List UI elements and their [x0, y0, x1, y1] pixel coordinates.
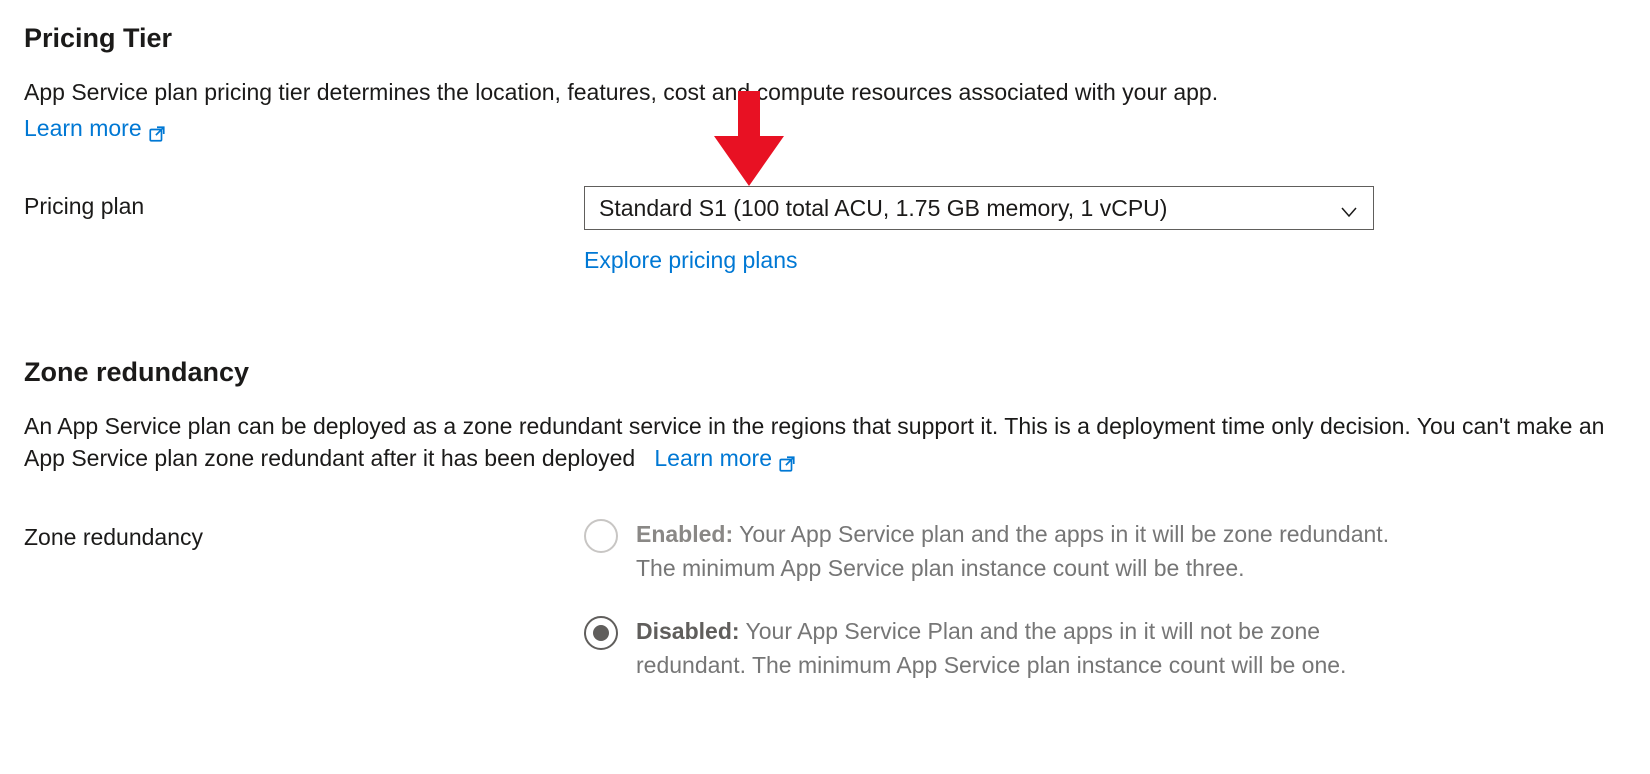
- zone-redundancy-section: Zone redundancy An App Service plan can …: [24, 354, 1626, 710]
- zone-redundancy-heading: Zone redundancy: [24, 354, 1626, 392]
- zone-redundancy-desc-text: An App Service plan can be deployed as a…: [24, 413, 1604, 471]
- radio-enabled-text: Enabled: Your App Service plan and the a…: [636, 517, 1396, 586]
- zone-redundancy-enabled-option: Enabled: Your App Service plan and the a…: [584, 517, 1626, 586]
- pricing-plan-label: Pricing plan: [24, 186, 584, 222]
- explore-pricing-plans-link[interactable]: Explore pricing plans: [584, 244, 798, 276]
- pricing-plan-value: Standard S1 (100 total ACU, 1.75 GB memo…: [599, 192, 1167, 224]
- radio-disabled-label: Disabled:: [636, 618, 740, 644]
- external-link-icon: [148, 119, 166, 137]
- radio-enabled: [584, 519, 618, 553]
- pricing-tier-heading: Pricing Tier: [24, 20, 1626, 58]
- zone-redundancy-row: Zone redundancy Enabled: Your App Servic…: [24, 517, 1626, 711]
- radio-disabled[interactable]: [584, 616, 618, 650]
- zone-redundancy-field-label: Zone redundancy: [24, 517, 584, 711]
- radio-dot-icon: [593, 625, 609, 641]
- pricing-tier-section: Pricing Tier App Service plan pricing ti…: [24, 20, 1626, 276]
- pricing-plan-dropdown[interactable]: Standard S1 (100 total ACU, 1.75 GB memo…: [584, 186, 1374, 230]
- chevron-down-icon: [1339, 198, 1359, 218]
- zone-redundancy-description: An App Service plan can be deployed as a…: [24, 410, 1626, 474]
- learn-more-label: Learn more: [24, 112, 142, 144]
- radio-disabled-desc: Your App Service Plan and the apps in it…: [636, 618, 1346, 679]
- pricing-tier-description: App Service plan pricing tier determines…: [24, 76, 1626, 108]
- radio-enabled-label: Enabled:: [636, 521, 733, 547]
- radio-disabled-text: Disabled: Your App Service Plan and the …: [636, 614, 1396, 683]
- pricing-plan-row: Pricing plan Standard S1 (100 total ACU,…: [24, 186, 1626, 276]
- pricing-tier-learn-more-link[interactable]: Learn more: [24, 112, 166, 144]
- learn-more-label: Learn more: [654, 442, 772, 474]
- zone-redundancy-learn-more-link[interactable]: Learn more: [654, 442, 796, 474]
- external-link-icon: [778, 449, 796, 467]
- zone-redundancy-disabled-option[interactable]: Disabled: Your App Service Plan and the …: [584, 614, 1626, 683]
- radio-enabled-desc: Your App Service plan and the apps in it…: [636, 521, 1389, 582]
